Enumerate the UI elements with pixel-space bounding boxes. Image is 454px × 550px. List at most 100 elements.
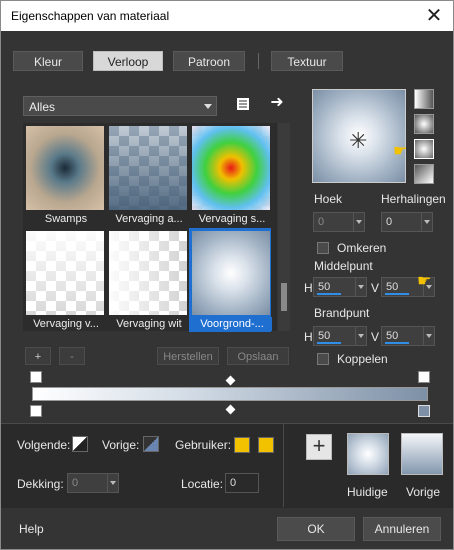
middelpunt-h-label: H: [304, 281, 313, 295]
tab-textuur[interactable]: Textuur: [271, 51, 343, 71]
add-swatch-button[interactable]: +: [306, 434, 332, 460]
herhalingen-field[interactable]: 0: [381, 212, 433, 232]
omkeren-label: Omkeren: [337, 241, 387, 255]
gradient-preview[interactable]: ✳: [312, 89, 406, 183]
gallery-filter-value: Alles: [29, 100, 56, 114]
help-link[interactable]: Help: [19, 522, 44, 536]
tab-separator: [258, 53, 259, 69]
dekking-field[interactable]: 0: [67, 473, 119, 493]
brandpunt-v-value: 50: [386, 330, 399, 342]
volgende-label: Volgende:: [17, 438, 71, 452]
add-gradient-button[interactable]: +: [25, 347, 51, 365]
tab-patroon[interactable]: Patroon: [173, 51, 245, 71]
gallery-item-label: Vervaging a...: [115, 213, 183, 225]
gradient-thumbnail: [26, 231, 104, 315]
dialog-footer: Help OK Annuleren: [1, 508, 453, 549]
tab-kleur[interactable]: Kleur: [13, 51, 83, 71]
title-bar: Eigenschappen van materiaal ✕: [1, 1, 453, 31]
next-color-swatch[interactable]: [72, 436, 88, 452]
remove-gradient-button[interactable]: -: [59, 347, 85, 365]
vorige-label: Vorige:: [102, 438, 140, 452]
gallery-item[interactable]: Swamps: [26, 126, 104, 225]
previous-gradient-preview[interactable]: [401, 433, 443, 475]
herhalingen-label: Herhalingen: [381, 192, 446, 206]
brandpunt-h-label: H: [304, 330, 313, 344]
gradient-editor-bar[interactable]: [32, 387, 428, 401]
gradient-thumbnail: [26, 126, 104, 210]
locatie-label: Locatie:: [181, 477, 224, 491]
brandpunt-v-field[interactable]: 50: [381, 326, 435, 346]
opacity-stop-end[interactable]: [418, 371, 430, 383]
gallery-item[interactable]: Vervaging v...: [26, 231, 104, 330]
previous-color-swatch[interactable]: [143, 436, 159, 452]
opacity-stop-start[interactable]: [30, 371, 42, 383]
opacity-midpoint-marker[interactable]: [225, 375, 236, 386]
tab-verloop[interactable]: Verloop: [93, 51, 163, 71]
arrow-right-icon[interactable]: ➜: [269, 95, 285, 111]
chevron-down-icon: [204, 104, 212, 109]
gallery-item-label: Vervaging wit: [116, 318, 182, 330]
middelpunt-v-value: 50: [386, 281, 399, 293]
ok-button[interactable]: OK: [277, 517, 355, 541]
color-stop-start[interactable]: [30, 405, 42, 417]
save-button[interactable]: Opslaan: [227, 347, 289, 365]
gradient-thumbnail: [192, 231, 270, 315]
user-color-swatch[interactable]: [234, 437, 250, 453]
radial-style-button[interactable]: [414, 164, 434, 184]
gallery-item[interactable]: Vervaging a...: [109, 126, 187, 225]
current-gradient-preview[interactable]: [347, 433, 389, 475]
hoek-field[interactable]: 0: [313, 212, 365, 232]
middelpunt-label: Middelpunt: [314, 259, 373, 273]
chevron-down-icon[interactable]: [421, 213, 432, 231]
chevron-down-icon[interactable]: [353, 213, 364, 231]
value-bar: [317, 342, 341, 344]
scrollbar-thumb[interactable]: [281, 283, 287, 311]
vorige-preview-label: Vorige: [406, 485, 441, 499]
gallery-scrollbar[interactable]: [278, 123, 290, 331]
value-bar: [385, 293, 409, 295]
middelpunt-h-field[interactable]: 50: [313, 277, 367, 297]
gradient-thumbnail: [109, 231, 187, 315]
close-icon[interactable]: ✕: [423, 5, 445, 27]
value-bar: [385, 342, 409, 344]
gradient-thumbnail: [192, 126, 270, 210]
middelpunt-v-label: V: [371, 281, 380, 295]
chevron-down-icon[interactable]: [355, 327, 366, 345]
gallery-filter-dropdown[interactable]: Alles: [23, 96, 217, 116]
cancel-button[interactable]: Annuleren: [363, 517, 441, 541]
gallery-item[interactable]: Vervaging wit: [109, 231, 187, 330]
chevron-down-icon[interactable]: [355, 278, 366, 296]
pointer-hand-icon: ☛: [417, 273, 432, 290]
material-properties-dialog: Eigenschappen van materiaal ✕ Kleur Verl…: [0, 0, 454, 550]
middelpunt-h-value: 50: [318, 281, 331, 293]
window-title: Eigenschappen van materiaal: [11, 9, 170, 23]
gallery-item-label: Voorgrond-...: [192, 317, 272, 331]
chevron-down-icon[interactable]: [423, 327, 434, 345]
dekking-value: 0: [72, 477, 79, 489]
sunburst-style-button[interactable]: [414, 139, 434, 159]
omkeren-checkbox[interactable]: [317, 242, 329, 254]
value-bar: [317, 293, 341, 295]
brandpunt-h-field[interactable]: 50: [313, 326, 367, 346]
reset-button[interactable]: Herstellen: [157, 347, 219, 365]
rectangular-style-button[interactable]: [414, 114, 434, 134]
gallery-item-label: Swamps: [44, 213, 88, 225]
gallery-item-selected[interactable]: Voorgrond-...: [189, 228, 272, 332]
locatie-field[interactable]: 0: [225, 473, 259, 493]
brandpunt-label: Brandpunt: [314, 306, 370, 320]
brandpunt-h-value: 50: [318, 330, 331, 342]
hoek-value: 0: [318, 216, 325, 228]
color-stop-end[interactable]: [418, 405, 430, 417]
gallery-menu-icon[interactable]: [235, 96, 251, 112]
gallery-item-label: Vervaging s...: [198, 213, 266, 225]
gradient-thumbnail: [109, 126, 187, 210]
chevron-down-icon[interactable]: [107, 474, 118, 492]
gallery-item-label: Vervaging v...: [33, 318, 99, 330]
user-color-swatch-2[interactable]: [258, 437, 274, 453]
color-midpoint-marker[interactable]: [225, 404, 236, 415]
gallery-item[interactable]: Vervaging s...: [192, 126, 270, 225]
huidige-label: Huidige: [347, 485, 388, 499]
brandpunt-v-label: V: [371, 330, 380, 344]
linear-style-button[interactable]: [414, 89, 434, 109]
koppelen-checkbox[interactable]: [317, 353, 329, 365]
